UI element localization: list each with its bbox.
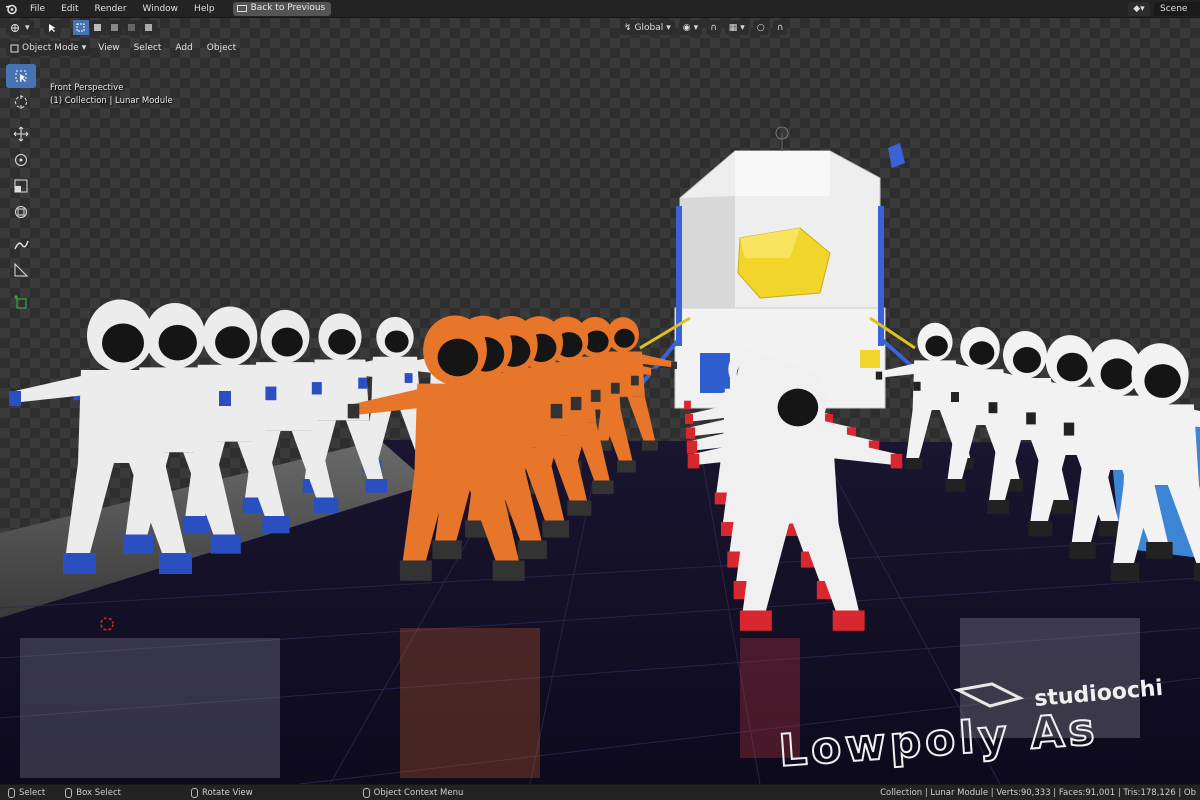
menu-help[interactable]: Help — [186, 0, 223, 18]
selection-mode-group — [72, 20, 157, 35]
falloff-dropdown[interactable]: ∩ — [772, 20, 788, 35]
transform-controls: ↯ Global ▾ ◉ ▾ ∩ ▦ ▾ ○ ∩ — [620, 20, 788, 35]
pivot-icon: ◉ — [682, 22, 691, 33]
scene-statistics: Collection | Lunar Module | Verts:90,333… — [880, 788, 1196, 798]
magnet-icon: ∩ — [710, 22, 717, 33]
top-menu-bar: File Edit Render Window Help Back to Pre… — [0, 0, 1200, 18]
status-bar: Select Box Select Rotate View Object Con… — [0, 784, 1200, 800]
scene-name-field[interactable]: Scene — [1154, 2, 1200, 16]
orientation-label: Global — [634, 22, 664, 33]
menu-select[interactable]: Select — [128, 40, 168, 56]
rotate-icon[interactable] — [6, 148, 36, 172]
status-box-select-label: Box Select — [76, 787, 121, 798]
mouse-drag-icon — [65, 787, 73, 798]
3d-viewport[interactable]: studioochi Lowpoly As ▾ ↯ Global ▾ ◉ ▾ ∩ … — [0, 18, 1200, 784]
collection-line: (1) Collection | Lunar Module — [50, 96, 173, 106]
mouse-right-icon — [362, 787, 370, 798]
menu-render[interactable]: Render — [87, 0, 135, 18]
select-new-icon[interactable] — [72, 20, 89, 35]
select-invert-icon[interactable] — [123, 20, 140, 35]
menu-object[interactable]: Object — [201, 40, 242, 56]
scale-icon[interactable] — [6, 174, 36, 198]
status-select-label: Select — [19, 787, 46, 798]
menu-view[interactable]: View — [92, 40, 125, 56]
cursor-arrow-icon — [48, 23, 56, 32]
snap-grid-icon: ▦ — [728, 22, 738, 33]
orientation-dropdown[interactable]: ↯ Global ▾ — [620, 20, 675, 35]
status-context-menu-label: Object Context Menu — [373, 787, 464, 798]
status-select: Select — [0, 787, 46, 798]
mode-menu-row: Object Mode ▾ View Select Add Object — [6, 40, 242, 56]
pivot-point-dropdown[interactable]: ◉ ▾ — [678, 20, 703, 35]
object-mode-icon — [10, 44, 19, 52]
object-mode-dropdown[interactable]: Object Mode ▾ — [6, 40, 91, 56]
viewport-info: Front Perspective (1) Collection | Lunar… — [50, 82, 173, 108]
menu-file[interactable]: File — [22, 0, 53, 18]
editor-type-icon — [11, 23, 19, 32]
annotate-icon[interactable] — [6, 232, 36, 256]
scene-selector[interactable]: ◆▾ Scene — [1128, 2, 1200, 16]
select-box-icon[interactable] — [6, 64, 36, 88]
view-name: Front Perspective — [50, 83, 124, 93]
editor-type-button[interactable]: ▾ — [6, 20, 34, 35]
back-to-previous-button[interactable]: Back to Previous — [232, 1, 332, 16]
falloff-curve-icon: ∩ — [776, 22, 784, 33]
move-icon[interactable] — [6, 122, 36, 146]
viewport-tool-header: ▾ — [6, 20, 157, 35]
chevron-down-icon: ▾ — [740, 22, 745, 33]
select-subtract-icon[interactable] — [106, 20, 123, 35]
back-to-previous-label: Back to Previous — [250, 3, 326, 13]
cursor-icon[interactable] — [6, 90, 36, 114]
add-cube-icon[interactable] — [6, 290, 36, 314]
chevron-down-icon: ▾ — [666, 22, 671, 33]
mouse-left-icon — [8, 787, 15, 798]
tool-shelf — [6, 64, 36, 314]
chevron-down-icon: ▾ — [25, 22, 30, 33]
chevron-down-icon: ▾ — [81, 43, 87, 53]
blender-logo-icon[interactable] — [0, 0, 22, 18]
select-intersect-icon[interactable] — [140, 20, 157, 35]
select-tool-button[interactable] — [43, 20, 61, 35]
snap-target-dropdown[interactable]: ▦ ▾ — [724, 20, 749, 35]
select-extend-icon[interactable] — [89, 20, 106, 35]
transform-icon[interactable] — [6, 200, 36, 224]
status-box-select: Box Select — [45, 787, 121, 798]
snap-toggle[interactable]: ∩ — [706, 20, 721, 35]
chevron-down-icon: ▾ — [693, 22, 699, 33]
menu-edit[interactable]: Edit — [53, 0, 86, 18]
status-rotate-view-label: Rotate View — [201, 787, 253, 798]
status-context-menu: Object Context Menu — [253, 787, 464, 798]
status-rotate-view: Rotate View — [121, 787, 253, 798]
render-scene: studioochi Lowpoly As — [0, 126, 1200, 784]
measure-icon[interactable] — [6, 258, 36, 282]
proportional-edit-toggle[interactable]: ○ — [752, 20, 769, 35]
proportional-edit-icon: ○ — [756, 22, 765, 33]
menu-add[interactable]: Add — [169, 40, 198, 56]
mouse-middle-icon — [190, 787, 198, 798]
screen-icon — [236, 4, 247, 12]
orientation-icon: ↯ — [624, 22, 632, 33]
scene-icon[interactable]: ◆▾ — [1128, 2, 1150, 16]
object-mode-label: Object Mode — [22, 43, 79, 53]
menu-window[interactable]: Window — [135, 0, 187, 18]
